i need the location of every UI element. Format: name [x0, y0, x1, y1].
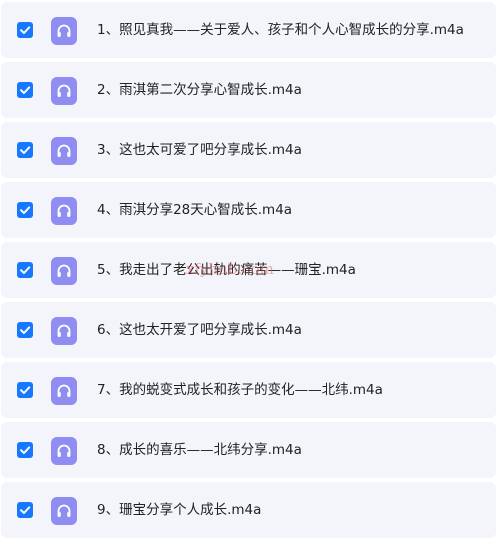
headphones-icon — [51, 17, 77, 45]
headphones-icon — [51, 77, 77, 105]
file-name: 8、成长的喜乐——北纬分享.m4a — [97, 442, 302, 458]
checkmark-icon — [20, 86, 31, 94]
file-row[interactable]: 2、雨淇第二次分享心智成长.m4a — [1, 62, 496, 118]
file-checkbox[interactable] — [17, 262, 33, 278]
checkmark-icon — [20, 146, 31, 154]
file-checkbox[interactable] — [17, 382, 33, 398]
checkmark-icon — [20, 26, 31, 34]
file-name: 9、珊宝分享个人成长.m4a — [97, 502, 262, 518]
file-row[interactable]: 1、照见真我——关于爱人、孩子和个人心智成长的分享.m4a — [1, 2, 496, 58]
headphones-icon — [51, 257, 77, 285]
headphones-icon — [51, 437, 77, 465]
file-checkbox[interactable] — [17, 142, 33, 158]
headphones-icon — [51, 137, 77, 165]
file-row[interactable]: 6、这也太开爱了吧分享成长.m4a — [1, 302, 496, 358]
headphones-icon — [51, 377, 77, 405]
file-row[interactable]: 5、我走出了老公出轨的痛苦——珊宝.m4a — [1, 242, 496, 298]
file-checkbox[interactable] — [17, 22, 33, 38]
file-name: 2、雨淇第二次分享心智成长.m4a — [97, 82, 302, 98]
file-row[interactable]: 7、我的蜕变式成长和孩子的变化——北纬.m4a — [1, 362, 496, 418]
file-row[interactable]: 8、成长的喜乐——北纬分享.m4a — [1, 422, 496, 478]
file-name: 3、这也太可爱了吧分享成长.m4a — [97, 142, 302, 158]
file-row[interactable]: 9、珊宝分享个人成长.m4a — [1, 482, 496, 538]
file-checkbox[interactable] — [17, 82, 33, 98]
checkmark-icon — [20, 206, 31, 214]
file-row[interactable]: 3、这也太可爱了吧分享成长.m4a — [1, 122, 496, 178]
file-checkbox[interactable] — [17, 322, 33, 338]
headphones-icon — [51, 497, 77, 525]
file-row[interactable]: 4、雨淇分享28天心智成长.m4a — [1, 182, 496, 238]
checkmark-icon — [20, 266, 31, 274]
file-name: 6、这也太开爱了吧分享成长.m4a — [97, 322, 302, 338]
file-name: 1、照见真我——关于爱人、孩子和个人心智成长的分享.m4a — [97, 22, 464, 38]
file-checkbox[interactable] — [17, 442, 33, 458]
file-checkbox[interactable] — [17, 202, 33, 218]
file-name: 7、我的蜕变式成长和孩子的变化——北纬.m4a — [97, 382, 383, 398]
headphones-icon — [51, 197, 77, 225]
file-list: 1、照见真我——关于爱人、孩子和个人心智成长的分享.m4a 2、雨淇第二次分享心智… — [0, 0, 497, 539]
file-checkbox[interactable] — [17, 502, 33, 518]
checkmark-icon — [20, 386, 31, 394]
file-name: 5、我走出了老公出轨的痛苦——珊宝.m4a — [97, 262, 356, 278]
checkmark-icon — [20, 326, 31, 334]
checkmark-icon — [20, 506, 31, 514]
file-name: 4、雨淇分享28天心智成长.m4a — [97, 202, 293, 218]
headphones-icon — [51, 317, 77, 345]
checkmark-icon — [20, 446, 31, 454]
